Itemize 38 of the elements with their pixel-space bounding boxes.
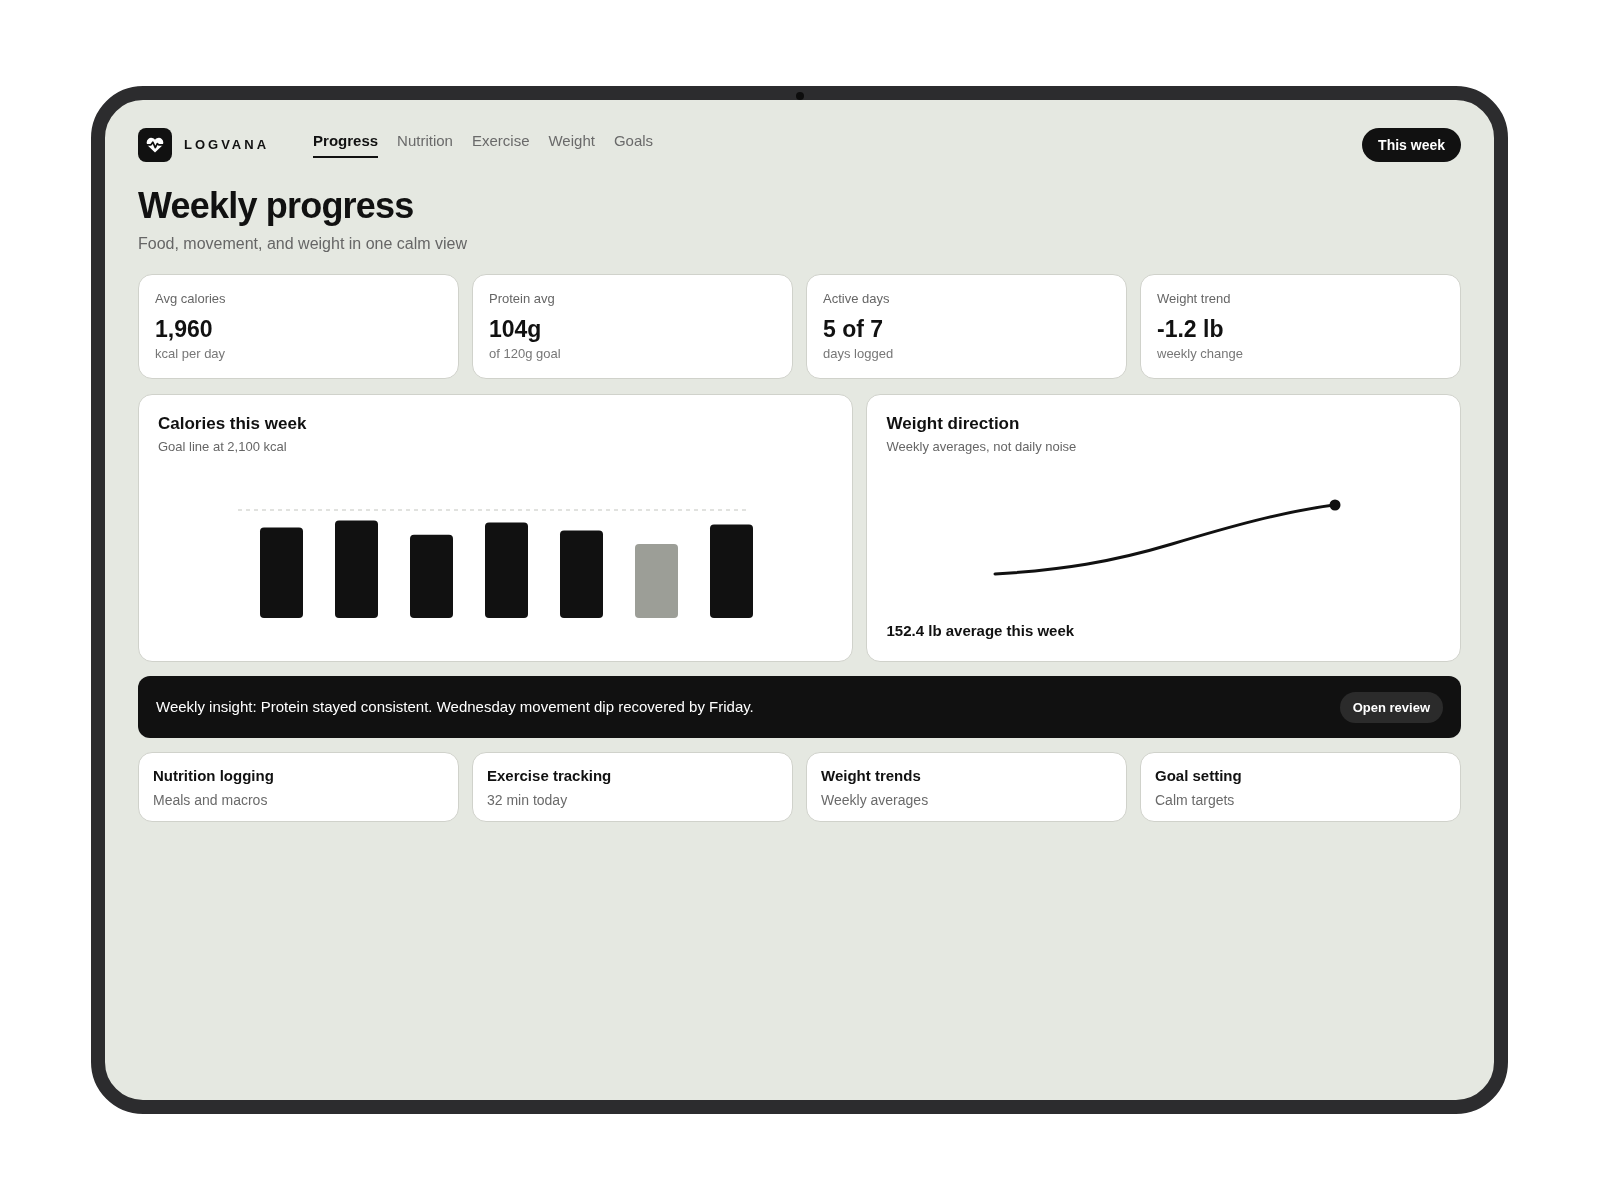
stat-note: weekly change — [1157, 346, 1243, 362]
shortcut-title: Goal setting — [1155, 767, 1242, 785]
card-subtitle: Goal line at 2,100 kcal — [158, 439, 287, 455]
shortcut-title: Nutrition logging — [153, 767, 274, 785]
nav-tab[interactable]: Weight — [548, 128, 595, 158]
stat-value: 104g — [489, 315, 542, 343]
shortcut-title: Exercise tracking — [487, 767, 612, 785]
stat-label: Active days — [823, 291, 890, 307]
shortcut-subtitle: Weekly averages — [821, 791, 929, 809]
page-subtitle: Food, movement, and weight in one calm view — [138, 234, 468, 254]
open-review-button[interactable]: Open review — [1339, 691, 1443, 723]
nav-tab[interactable]: Nutrition — [397, 128, 453, 158]
average-weight-text: 152.4 lb average this week — [886, 621, 1075, 641]
page-title: Weekly progress — [138, 184, 414, 228]
period-button[interactable]: This week — [1362, 128, 1461, 162]
shortcut-title: Weight trends — [821, 767, 921, 785]
stat-note: of 120g goal — [489, 346, 561, 362]
card-title: Calories this week — [158, 413, 307, 435]
stat-value: 1,960 — [155, 315, 213, 343]
stat-note: kcal per day — [155, 346, 226, 362]
stat-label: Avg calories — [155, 291, 226, 307]
shortcut-subtitle: Calm targets — [1155, 791, 1235, 809]
nav-tab[interactable]: Progress — [313, 128, 379, 158]
camera-icon — [795, 92, 804, 100]
insight-text: Weekly insight: Protein stayed consistent. Wednesday movement dip recovered by Friday. — [156, 697, 754, 717]
heart-pulse-icon — [138, 128, 172, 162]
nav-tab[interactable]: Goals — [613, 128, 654, 158]
stat-note: days logged — [823, 346, 894, 362]
card-title: Weight direction — [886, 413, 1020, 435]
stat-label: Weight trend — [1157, 291, 1231, 307]
stat-label: Protein avg — [489, 291, 555, 307]
brand-name: LOGVANA — [184, 137, 270, 153]
card-subtitle: Weekly averages, not daily noise — [886, 439, 1077, 455]
stat-value: -1.2 lb — [1157, 315, 1224, 343]
stat-value: 5 of 7 — [823, 315, 884, 343]
shortcut-subtitle: 32 min today — [487, 791, 568, 809]
nav-tab[interactable]: Exercise — [471, 128, 530, 158]
shortcut-subtitle: Meals and macros — [153, 791, 268, 809]
